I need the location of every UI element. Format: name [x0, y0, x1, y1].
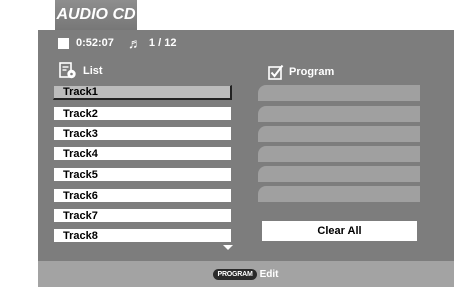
- track-item-4[interactable]: Track4: [53, 146, 232, 161]
- track-item-2[interactable]: Track2: [53, 106, 232, 121]
- program-slot-2[interactable]: [258, 106, 420, 122]
- footer-hint-text: Edit: [259, 268, 279, 280]
- track-label: Track1: [63, 86, 98, 98]
- track-label: Track7: [63, 209, 98, 222]
- program-slot-1[interactable]: [258, 85, 420, 101]
- track-item-7[interactable]: Track7: [53, 208, 232, 223]
- track-label: Track5: [63, 168, 98, 181]
- track-label: Track8: [63, 229, 98, 242]
- audio-cd-tab: AUDIO CD: [55, 0, 137, 30]
- scroll-down-arrow-icon[interactable]: [223, 245, 233, 250]
- program-slot-4[interactable]: [258, 146, 420, 162]
- track-item-1[interactable]: Track1: [53, 85, 232, 100]
- program-title: Program: [289, 66, 335, 78]
- track-label: Track2: [63, 107, 98, 120]
- program-slot-6[interactable]: [258, 186, 420, 202]
- program-slot-5[interactable]: [258, 166, 420, 182]
- music-note-icon: ♬: [127, 35, 142, 51]
- clear-all-label: Clear All: [317, 225, 362, 237]
- tab-title: AUDIO CD: [56, 6, 136, 23]
- program-slot-3[interactable]: [258, 126, 420, 142]
- list-header: List: [59, 62, 103, 79]
- footer-hint-bar: PROGRAM Edit: [38, 261, 454, 287]
- program-header: Program: [268, 64, 334, 80]
- track-counter: 1 / 12: [148, 37, 177, 49]
- track-item-5[interactable]: Track5: [53, 167, 232, 182]
- list-disc-icon: [59, 62, 76, 79]
- checkbox-icon: [268, 64, 284, 80]
- track-item-6[interactable]: Track6: [53, 188, 232, 203]
- program-button-badge: PROGRAM: [213, 268, 257, 280]
- track-item-8[interactable]: Track8: [53, 228, 232, 243]
- status-row: 0:52:07 ♬ 1 / 12: [58, 35, 176, 51]
- list-title: List: [83, 64, 103, 77]
- clear-all-button[interactable]: Clear All: [262, 221, 417, 241]
- elapsed-time: 0:52:07: [76, 37, 114, 49]
- track-label: Track4: [63, 147, 98, 160]
- track-label: Track6: [63, 189, 98, 202]
- track-label: Track3: [63, 127, 98, 140]
- track-item-3[interactable]: Track3: [53, 126, 232, 141]
- stop-icon: [58, 37, 69, 49]
